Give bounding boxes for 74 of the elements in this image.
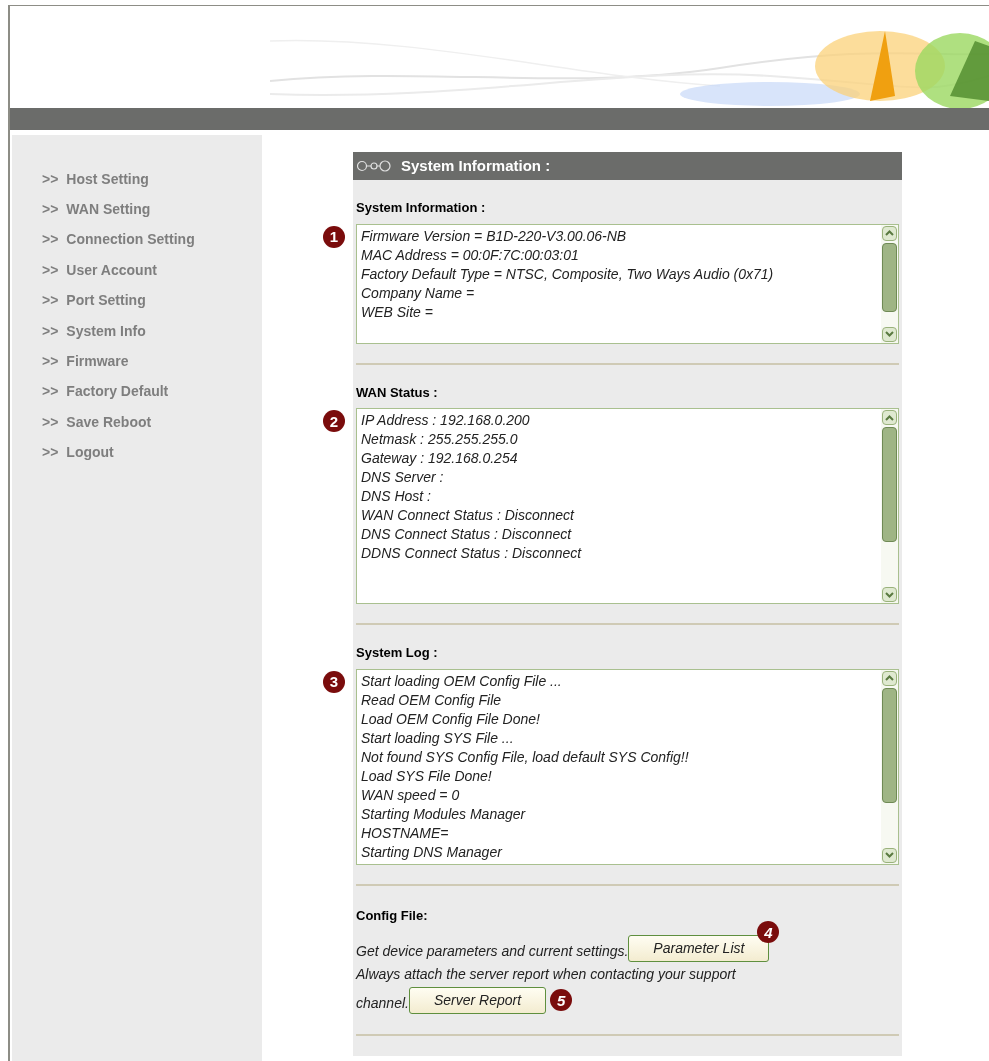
text-area-line: Starting DNS Manager (361, 842, 504, 862)
text-area-line: DNS Server : (361, 468, 445, 487)
link-label: User Account (66, 260, 157, 280)
link-label: Firmware (66, 352, 129, 372)
sidebar-link[interactable]: >> Logout (42, 437, 262, 468)
sidebar-link[interactable]: >> Host Setting (42, 164, 262, 195)
chain-icon (357, 160, 391, 172)
text-area-line: WEB Site = (361, 302, 434, 322)
text-area-line: WAN Connect Status : Disconnect (361, 506, 576, 525)
callout-badge: 3 (323, 670, 345, 693)
link-label: Save Reboot (66, 412, 152, 432)
link-label: WAN Setting (66, 200, 151, 220)
text-area-line: Start loading SYS File ... (361, 728, 515, 748)
text-area-line: Netmask : 255.255.255.0 (361, 430, 519, 449)
section-label: System Information : (356, 199, 487, 217)
chevron-text: >> (42, 443, 59, 463)
text-area-line: DDNS Connect Status : Disconnect (361, 544, 583, 563)
link-label: Logout (66, 443, 114, 463)
panel-title: System Information : (401, 155, 551, 176)
report-button[interactable]: Server Report (408, 987, 547, 1014)
sidebar-link[interactable]: >> User Account (42, 255, 262, 286)
link-label: Host Setting (66, 169, 149, 189)
sidebar-link[interactable]: >> Firmware (42, 346, 262, 377)
text-area-line: Start loading OEM Config File ... (361, 671, 563, 691)
sidebar-link[interactable]: >> WAN Setting (42, 194, 262, 225)
chevron-text: >> (42, 169, 59, 189)
text-area-line: Gateway : 192.168.0.254 (361, 449, 519, 468)
text-area-line: Company Name = (361, 283, 476, 303)
text-area-line: Factory Default Type = NTSC, Composite, Two Ways Audio (0x71) (361, 264, 775, 284)
text-area-line: Starting Modules Manager (361, 804, 527, 824)
chevron-text: >> (42, 352, 59, 372)
chevron-text: >> (42, 321, 59, 341)
text-area-line: IP Address : 192.168.0.200 (361, 411, 531, 430)
callout-badge: 2 (323, 410, 345, 432)
section-label: System Log : (356, 644, 439, 662)
sidebar-link[interactable]: >> Save Reboot (42, 407, 262, 438)
callout-badge: 1 (323, 225, 345, 248)
text-area-line: WAN speed = 0 (361, 785, 461, 805)
link-label: System Info (66, 321, 146, 341)
chevron-text: >> (42, 200, 59, 220)
text-area-line: DNS Host : (361, 487, 432, 506)
chevron-text: >> (42, 412, 59, 432)
sidebar-link[interactable]: >> Connection Setting (42, 224, 262, 256)
scrollbar[interactable] (881, 669, 898, 864)
text-area-line: Firmware Version = B1D-220-V3.00.06-NB (361, 226, 628, 246)
text-area-line: MAC Address = 00:0F:7C:00:03:01 (361, 245, 580, 265)
chevron-text: >> (42, 382, 59, 402)
link-label: Factory Default (66, 382, 169, 402)
section-label: Config File: (356, 906, 428, 925)
callout-badge: 4 (757, 921, 780, 943)
text-area-line: HOSTNAME= (361, 823, 450, 843)
chevron-text: >> (42, 230, 59, 250)
description-text: Always attach the server report when contacting your support (356, 965, 736, 984)
text-area-line: Not found SYS Config File, load default SYS Config!! (361, 747, 690, 767)
chevron-text: >> (42, 260, 59, 280)
description-text: channel. (356, 994, 409, 1013)
text-area-line: Read OEM Config File (361, 690, 503, 710)
scrollbar[interactable] (881, 409, 898, 603)
section-label: WAN Status : (356, 383, 439, 402)
chevron-text: >> (42, 291, 59, 311)
text-area[interactable] (356, 668, 899, 865)
text-area[interactable]: IP Address : 192.168.0.200 Netmask : 255.255.255.0 Gateway : 192.168.0.254 DNS Server : DNS Host : WAN Connect Status : Disconnect DNS Connect Status : Disconnect DDNS Connect Status : Disconnect (356, 408, 899, 604)
sidebar-link[interactable]: >> System Info (42, 315, 262, 347)
text-area-line: Load SYS File Done! (361, 766, 493, 786)
text-area-line: DNS Connect Status : Disconnect (361, 525, 573, 544)
text-area-line: Load OEM Config File Done! (361, 709, 541, 729)
description-text: Get device parameters and current settings. (356, 942, 629, 961)
link-label: Port Setting (66, 291, 146, 311)
link-label: Connection Setting (66, 230, 195, 250)
text-area[interactable]: Firmware Version = B1D-220-V3.00.06-NB MAC Address = 00:0F:7C:00:03:01 Factory Default Type = NTSC, Composite, Two Ways Audio (0x71) Company Name = WEB Site = (356, 223, 899, 344)
sidebar-link[interactable]: >> Port Setting (42, 285, 262, 316)
sidebar-link[interactable]: >> Factory Default (42, 376, 262, 408)
scrollbar[interactable] (881, 224, 898, 343)
callout-badge: 5 (550, 989, 573, 1011)
